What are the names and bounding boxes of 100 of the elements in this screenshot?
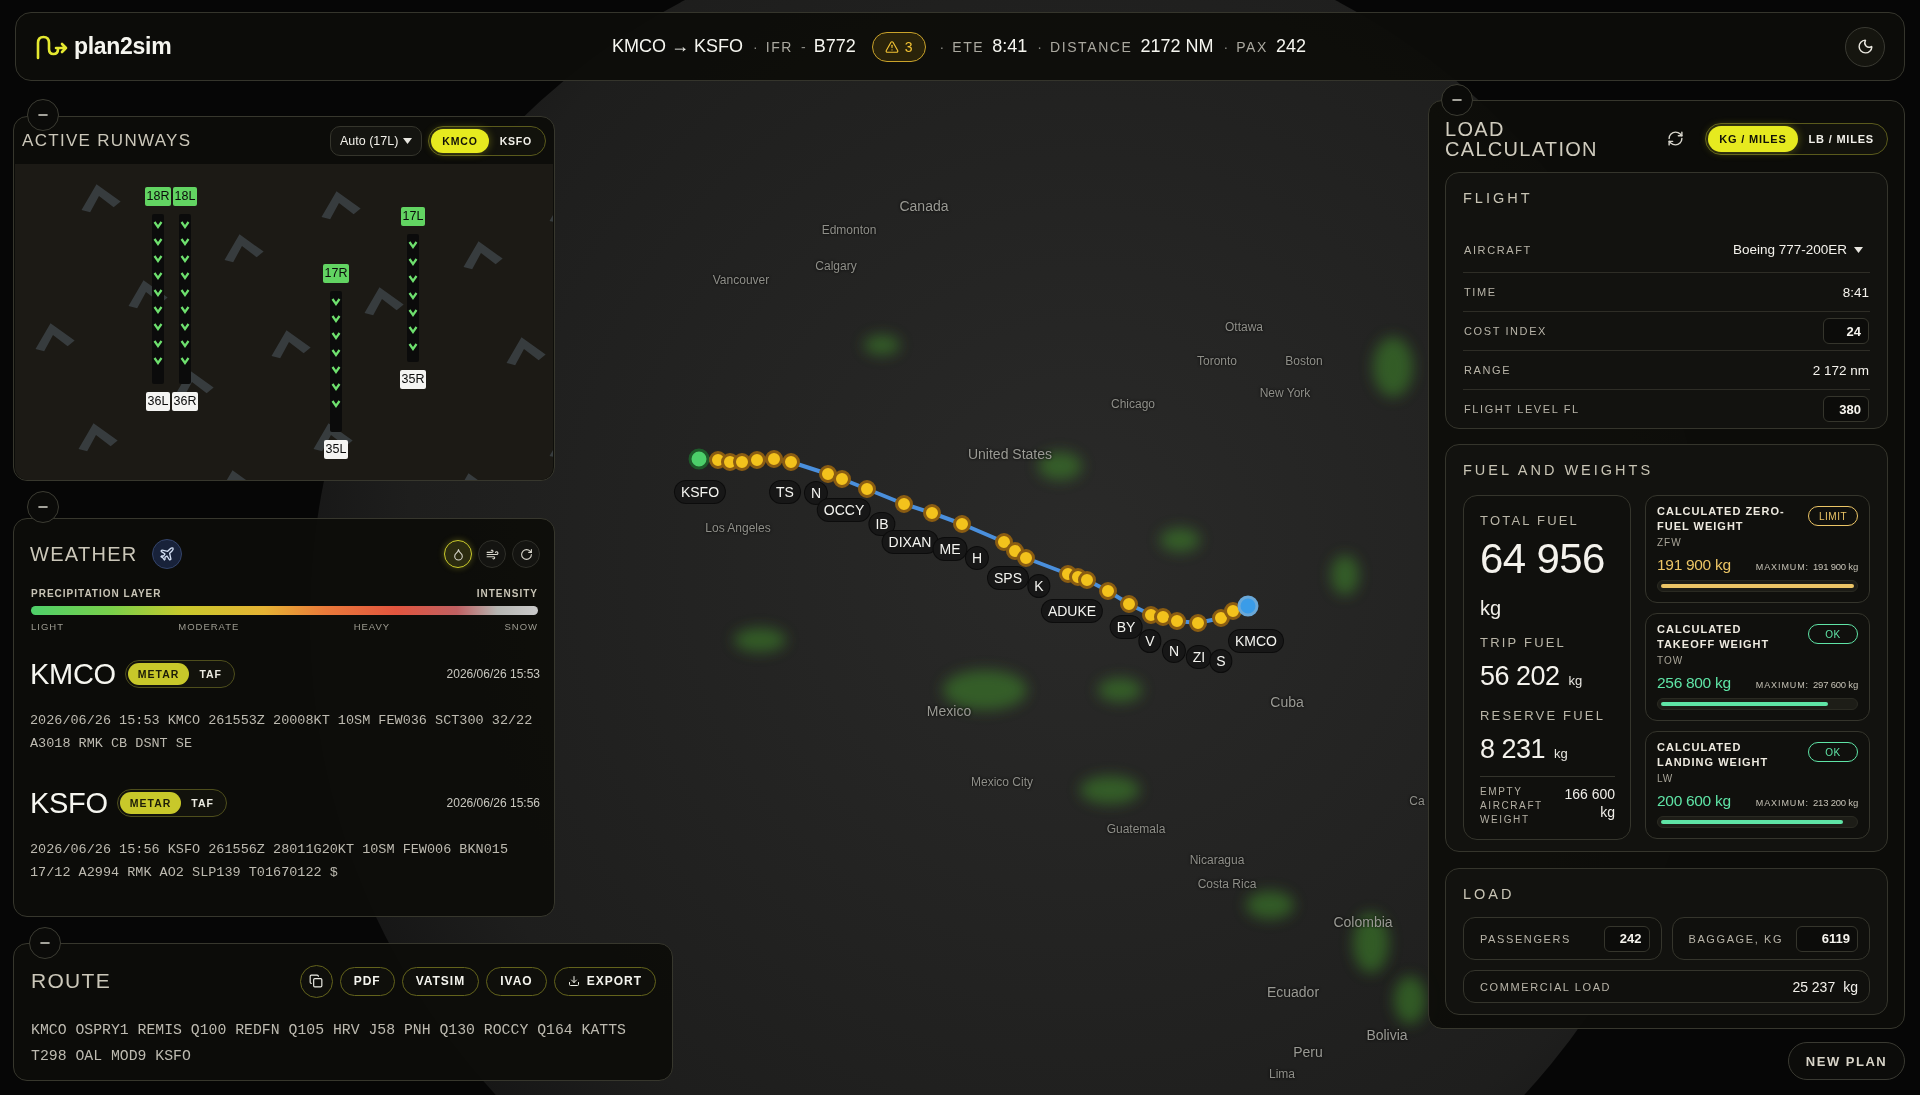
precipitation-patch	[1098, 678, 1142, 702]
number-input[interactable]: 6119	[1796, 925, 1858, 952]
export-format-button[interactable]: IVAO	[486, 966, 547, 996]
country-label: Canada	[899, 198, 949, 214]
copy-button[interactable]	[299, 964, 333, 998]
waypoint-marker[interactable]	[1120, 595, 1138, 613]
report-tab[interactable]: METAR	[127, 663, 190, 685]
caret-icon	[403, 137, 413, 144]
waypoint-marker[interactable]	[1099, 582, 1117, 600]
field-label: COST INDEX	[1464, 325, 1548, 337]
city-label: New York	[1259, 386, 1311, 400]
waypoint-marker[interactable]	[1189, 614, 1207, 632]
waypoint-label[interactable]: KMCO	[1229, 630, 1283, 652]
waypoint-marker[interactable]	[895, 495, 913, 513]
airport-tab[interactable]: KSFO	[488, 128, 543, 153]
wind-layer-button[interactable]	[478, 540, 506, 568]
country-label: Cuba	[1270, 694, 1304, 710]
waypoint-marker[interactable]	[923, 504, 941, 522]
warnings-button[interactable]: 3	[871, 31, 926, 62]
refresh-icon	[519, 547, 533, 561]
destination-marker[interactable]	[1237, 595, 1259, 617]
aircraft-button[interactable]	[151, 539, 182, 569]
refresh-button[interactable]	[512, 540, 540, 568]
stat-label: PAX	[1236, 38, 1268, 55]
chevron-icon	[224, 234, 264, 263]
export-button[interactable]: EXPORT	[553, 966, 656, 996]
runway-label[interactable]: 17L	[400, 207, 426, 226]
maximum-value: 297 600 kg	[1813, 679, 1858, 690]
caret-icon	[1854, 246, 1863, 253]
city-label: Vancouver	[712, 273, 770, 287]
waypoint-label[interactable]: IB	[869, 513, 895, 535]
waypoint-marker[interactable]	[765, 450, 783, 468]
chevron-icon	[321, 191, 361, 220]
warning-icon	[884, 39, 899, 54]
copy-icon	[309, 974, 324, 988]
city-label: Calgary	[815, 259, 857, 273]
panel-title: LOAD CALCULATION	[1445, 118, 1599, 159]
waypoint-label[interactable]: ADUKE	[1041, 600, 1103, 622]
units-tab[interactable]: LB / MILES	[1797, 125, 1885, 152]
waypoint-label[interactable]: ZI	[1186, 646, 1212, 668]
runway-label[interactable]: 18L	[172, 187, 198, 206]
country-label: Peru	[1293, 1044, 1323, 1060]
runway-label[interactable]: 35L	[323, 440, 349, 459]
runway-label[interactable]: 17R	[322, 264, 350, 283]
waypoint-marker[interactable]	[1017, 549, 1035, 567]
waypoint-label[interactable]: BY	[1110, 616, 1142, 638]
precipitation-layer-button[interactable]	[444, 540, 472, 568]
runway-strip[interactable]	[330, 291, 342, 432]
city-label: Chicago	[1111, 397, 1155, 411]
new-plan-button[interactable]: NEW PLAN	[1788, 1042, 1905, 1080]
waypoint-marker[interactable]	[1078, 571, 1096, 589]
city-label: Lima	[1269, 1067, 1295, 1081]
precipitation-patch	[734, 628, 786, 652]
number-input[interactable]: 24	[1823, 318, 1869, 344]
export-format-button[interactable]: PDF	[339, 966, 395, 996]
airport-tab[interactable]: KMCO	[431, 128, 489, 153]
waypoint-marker[interactable]	[833, 470, 851, 488]
waypoint-label[interactable]: KSFO	[674, 481, 726, 503]
units-tab[interactable]: KG / MILES	[1708, 125, 1798, 152]
waypoint-marker[interactable]	[1168, 612, 1186, 630]
number-input[interactable]: 242	[1603, 925, 1650, 952]
waypoint-marker[interactable]	[748, 451, 766, 469]
aircraft-select[interactable]: Boeing 777-200ER	[1732, 242, 1869, 257]
runway-select[interactable]: Auto (17L)	[329, 125, 423, 156]
waypoint-label[interactable]: TS	[770, 481, 800, 503]
runway-strip[interactable]	[407, 234, 419, 362]
runway-label[interactable]: 18R	[144, 187, 172, 206]
waypoint-label[interactable]: ME	[933, 538, 967, 560]
waypoint-label[interactable]: V	[1139, 630, 1161, 652]
waypoint-label[interactable]: K	[1028, 575, 1050, 597]
runway-label[interactable]: 35R	[399, 370, 427, 389]
weight-title: CALCULATED TAKEOFF WEIGHT	[1657, 622, 1771, 652]
runway-label[interactable]: 36L	[145, 392, 171, 411]
download-icon	[567, 975, 580, 987]
city-label: Nicaragua	[1189, 853, 1245, 867]
report-tab[interactable]: TAF	[181, 792, 224, 814]
waypoint-marker[interactable]	[953, 515, 971, 533]
waypoint-marker[interactable]	[858, 480, 876, 498]
chevron-icon	[364, 287, 404, 316]
report-tab[interactable]: TAF	[189, 663, 232, 685]
waypoint-label[interactable]: SPS	[988, 567, 1028, 589]
stat-label: ETE	[952, 38, 985, 55]
number-input[interactable]: 380	[1823, 396, 1869, 422]
card-title: FUEL AND WEIGHTS	[1463, 461, 1655, 480]
report-tab[interactable]: METAR	[119, 792, 182, 814]
origin-marker[interactable]	[688, 448, 710, 470]
runway-label[interactable]: 36R	[171, 392, 199, 411]
waypoint-label[interactable]: DIXAN	[882, 531, 938, 553]
waypoint-label[interactable]: OCCY	[817, 499, 871, 521]
weight-title: CALCULATED ZERO-FUEL WEIGHT	[1657, 504, 1786, 534]
export-format-button[interactable]: VATSIM	[401, 966, 480, 996]
runway-strip[interactable]	[152, 214, 164, 384]
waypoint-label[interactable]: S	[1210, 650, 1232, 672]
chevron-icon	[271, 330, 311, 359]
country-label: Colombia	[1333, 914, 1393, 930]
waypoint-marker[interactable]	[782, 453, 800, 471]
runway-strip[interactable]	[179, 214, 191, 384]
theme-toggle-button[interactable]	[1845, 26, 1885, 67]
field-label: AIRCRAFT	[1464, 243, 1532, 256]
airplane-icon	[158, 546, 175, 562]
